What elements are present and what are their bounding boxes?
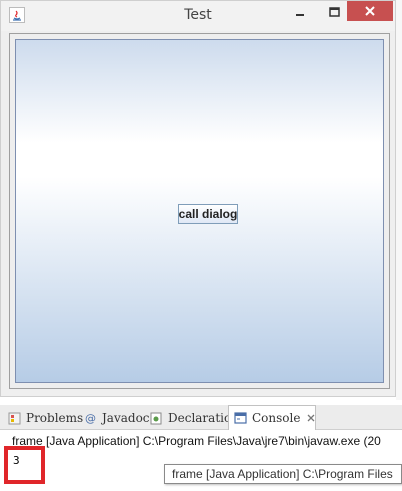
maximize-icon (328, 2, 340, 21)
problems-icon (8, 412, 21, 425)
content-pane: call dialog (9, 33, 390, 389)
highlight-annotation (4, 446, 45, 484)
tab-label: Javadoc (102, 411, 150, 425)
desktop-background (396, 0, 402, 400)
minimize-icon (295, 2, 305, 21)
tab-label: Console (252, 411, 301, 425)
gradient-panel: call dialog (15, 39, 384, 383)
test-window: Test call dialog (0, 0, 396, 397)
console-launch-info: frame [Java Application] C:\Program File… (12, 434, 381, 448)
minimize-button[interactable] (287, 1, 313, 21)
tab-problems[interactable]: Problems (8, 407, 83, 429)
declaration-icon (150, 412, 163, 425)
tab-label: Problems (26, 411, 84, 425)
close-button[interactable] (347, 1, 393, 21)
tab-console[interactable]: Console (228, 405, 316, 430)
console-tooltip: frame [Java Application] C:\Program File… (164, 464, 402, 484)
call-dialog-button[interactable]: call dialog (178, 204, 238, 224)
tab-javadoc[interactable]: @ Javadoc (84, 407, 150, 429)
console-icon (234, 411, 247, 425)
close-icon (364, 2, 376, 21)
close-tab-icon[interactable] (306, 413, 316, 423)
title-bar[interactable]: Test (1, 1, 395, 31)
maximize-button[interactable] (321, 1, 347, 21)
javadoc-icon: @ (85, 411, 96, 425)
tab-declaration[interactable]: Declaration (150, 407, 239, 429)
